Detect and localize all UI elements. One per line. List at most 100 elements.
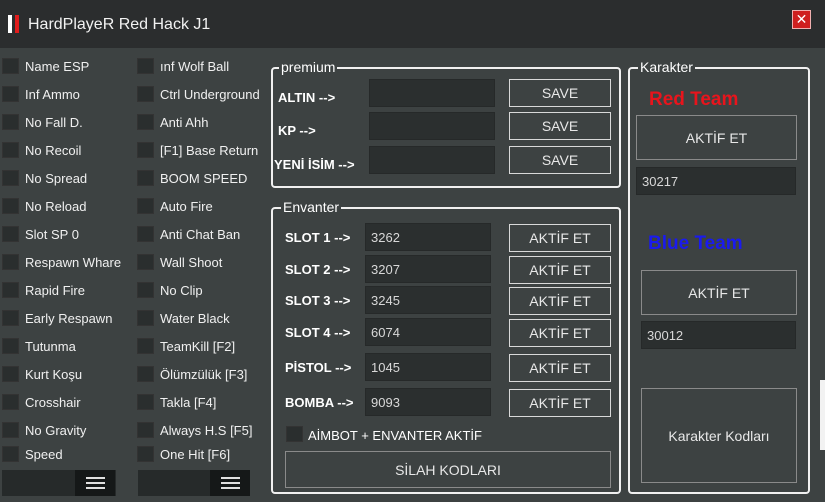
feature-checkbox-row[interactable]: Speed	[2, 443, 63, 465]
feature-checkbox[interactable]	[137, 422, 154, 438]
envanter-slot-input[interactable]: 9093	[365, 388, 491, 416]
karakter-kodlari-button[interactable]: Karakter Kodları	[641, 388, 797, 483]
envanter-row-label: SLOT 1 -->	[285, 230, 351, 245]
feature-checkbox-row[interactable]: Water Black	[137, 307, 230, 329]
premium-input[interactable]	[369, 112, 495, 140]
feature-checkbox[interactable]	[2, 282, 19, 298]
feature-label: Anti Ahh	[160, 114, 209, 130]
feature-checkbox-row[interactable]: No Gravity	[2, 419, 86, 441]
envanter-activate-button[interactable]: AKTİF ET	[509, 287, 611, 315]
feature-checkbox[interactable]	[2, 422, 19, 438]
feature-checkbox-row[interactable]: Early Respawn	[2, 307, 112, 329]
premium-input[interactable]	[369, 146, 495, 174]
feature-checkbox-row[interactable]: Takla [F4]	[137, 391, 216, 413]
feature-checkbox-row[interactable]: Kurt Koşu	[2, 363, 82, 385]
envanter-slot-input[interactable]: 6074	[365, 318, 491, 346]
feature-checkbox-row[interactable]: Always H.S [F5]	[137, 419, 252, 441]
feature-checkbox-row[interactable]: Anti Chat Ban	[137, 223, 240, 245]
feature-checkbox[interactable]	[2, 310, 19, 326]
feature-label: Slot SP 0	[25, 226, 79, 242]
envanter-slot-input[interactable]: 3262	[365, 223, 491, 251]
title-bar: HardPlayeR Red Hack J1 ✕	[0, 0, 825, 48]
feature-label: BOOM SPEED	[160, 170, 248, 186]
feature-checkbox-row[interactable]: Name ESP	[2, 55, 89, 77]
feature-checkbox-row[interactable]: Tutunma	[2, 335, 76, 357]
feature-checkbox-row[interactable]: Crosshair	[2, 391, 81, 413]
envanter-activate-button[interactable]: AKTİF ET	[509, 224, 611, 252]
feature-checkbox[interactable]	[2, 170, 19, 186]
premium-save-button[interactable]: SAVE	[509, 79, 611, 107]
red-team-value-field[interactable]: 30217	[636, 167, 796, 195]
feature-label: Tutunma	[25, 338, 76, 354]
feature-label: No Clip	[160, 282, 203, 298]
feature-checkbox-row[interactable]: Wall Shoot	[137, 251, 222, 273]
feature-checkbox[interactable]	[137, 338, 154, 354]
feature-checkbox-row[interactable]: TeamKill [F2]	[137, 335, 235, 357]
feature-checkbox[interactable]	[137, 366, 154, 382]
feature-checkbox-row[interactable]: Rapid Fire	[2, 279, 85, 301]
feature-checkbox[interactable]	[137, 114, 154, 130]
feature-checkbox-row[interactable]: No Reload	[2, 195, 86, 217]
feature-checkbox[interactable]	[137, 394, 154, 410]
feature-checkbox[interactable]	[137, 86, 154, 102]
feature-checkbox[interactable]	[2, 254, 19, 270]
feature-checkbox-row[interactable]: Anti Ahh	[137, 111, 208, 133]
envanter-activate-button[interactable]: AKTİF ET	[509, 389, 611, 417]
feature-label: Rapid Fire	[25, 282, 85, 298]
premium-input[interactable]	[369, 79, 495, 107]
feature-checkbox[interactable]	[2, 114, 19, 130]
feature-checkbox[interactable]	[137, 198, 154, 214]
red-team-activate-button[interactable]: AKTİF ET	[636, 115, 797, 160]
feature-checkbox-row[interactable]: One Hit [F6]	[137, 443, 230, 465]
feature-checkbox[interactable]	[2, 86, 19, 102]
feature-label: Name ESP	[25, 58, 90, 74]
feature-checkbox-row[interactable]: No Fall D.	[2, 111, 83, 133]
feature-checkbox[interactable]	[137, 142, 154, 158]
envanter-activate-button[interactable]: AKTİF ET	[509, 319, 611, 347]
feature-checkbox-row[interactable]: Ctrl Underground	[137, 83, 260, 105]
hamburger-menu-icon[interactable]	[210, 470, 250, 496]
envanter-row-label: PİSTOL -->	[285, 360, 352, 375]
feature-label: No Gravity	[25, 422, 87, 438]
blue-team-activate-button[interactable]: AKTİF ET	[641, 270, 797, 315]
feature-checkbox[interactable]	[2, 142, 19, 158]
premium-save-button[interactable]: SAVE	[509, 112, 611, 140]
close-button[interactable]: ✕	[792, 10, 811, 29]
feature-checkbox[interactable]	[137, 282, 154, 298]
envanter-slot-input[interactable]: 1045	[365, 353, 491, 381]
feature-checkbox[interactable]	[137, 58, 154, 74]
feature-checkbox[interactable]	[2, 226, 19, 242]
feature-checkbox-row[interactable]: ınf Wolf Ball	[137, 55, 229, 77]
envanter-activate-button[interactable]: AKTİF ET	[509, 256, 611, 284]
feature-checkbox-row[interactable]: Inf Ammo	[2, 83, 80, 105]
feature-checkbox-row[interactable]: No Spread	[2, 167, 87, 189]
feature-checkbox-row[interactable]: Auto Fire	[137, 195, 213, 217]
feature-checkbox-row[interactable]: Ölümzülük [F3]	[137, 363, 247, 385]
silah-kodlari-button[interactable]: SİLAH KODLARI	[285, 451, 611, 488]
feature-checkbox[interactable]	[2, 58, 19, 74]
feature-checkbox[interactable]	[137, 254, 154, 270]
feature-checkbox-row[interactable]: Respawn Whare	[2, 251, 121, 273]
feature-checkbox[interactable]	[2, 394, 19, 410]
feature-checkbox-row[interactable]: Slot SP 0	[2, 223, 79, 245]
blue-team-value-field[interactable]: 30012	[641, 321, 796, 349]
feature-checkbox-row[interactable]: [F1] Base Return	[137, 139, 258, 161]
feature-checkbox[interactable]	[2, 366, 19, 382]
feature-checkbox[interactable]	[137, 446, 154, 462]
hamburger-menu-icon[interactable]	[75, 470, 115, 496]
feature-checkbox[interactable]	[137, 310, 154, 326]
envanter-activate-button[interactable]: AKTİF ET	[509, 354, 611, 382]
feature-checkbox-row[interactable]: No Recoil	[2, 139, 81, 161]
feature-checkbox[interactable]	[2, 198, 19, 214]
envanter-slot-input[interactable]: 3207	[365, 255, 491, 283]
feature-checkbox-row[interactable]: BOOM SPEED	[137, 167, 247, 189]
aimbot-checkbox[interactable]	[286, 426, 303, 442]
feature-label: [F1] Base Return	[160, 142, 259, 158]
feature-checkbox[interactable]	[137, 226, 154, 242]
feature-checkbox[interactable]	[2, 338, 19, 354]
feature-checkbox-row[interactable]: No Clip	[137, 279, 203, 301]
feature-checkbox[interactable]	[137, 170, 154, 186]
envanter-slot-input[interactable]: 3245	[365, 286, 491, 314]
feature-checkbox[interactable]	[2, 446, 19, 462]
premium-save-button[interactable]: SAVE	[509, 146, 611, 174]
